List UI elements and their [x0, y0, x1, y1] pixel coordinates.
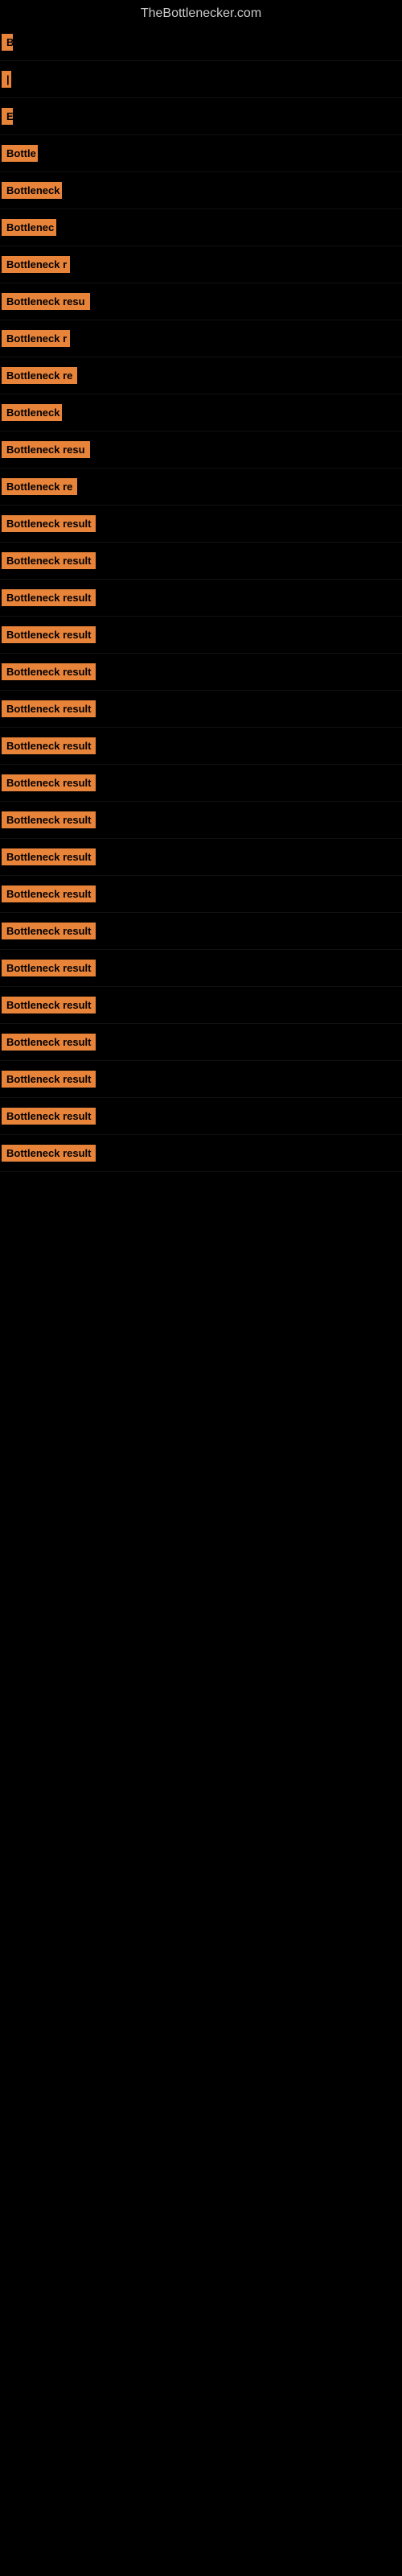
list-item: Bottleneck result [0, 543, 402, 580]
bottleneck-result-label: Bottleneck result [2, 515, 96, 532]
list-item: Bottleneck result [0, 580, 402, 617]
list-item: Bottleneck result [0, 950, 402, 987]
bottleneck-result-label: E [2, 108, 13, 125]
bottleneck-result-label: Bottleneck [2, 182, 62, 199]
list-item: E [0, 98, 402, 135]
content-area: B | E Bottle Bottleneck Bottlenec Bottleneck r… [0, 24, 402, 1172]
bottleneck-result-label: Bottleneck result [2, 663, 96, 680]
list-item: Bottleneck result [0, 913, 402, 950]
list-item: Bottleneck result [0, 1024, 402, 1061]
bottleneck-result-label: Bottleneck result [2, 774, 96, 791]
list-item: Bottleneck resu [0, 283, 402, 320]
bottleneck-result-label: Bottleneck result [2, 552, 96, 569]
bottleneck-result-label: Bottleneck result [2, 700, 96, 717]
bottleneck-result-label: Bottle [2, 145, 38, 162]
site-title-bar: TheBottlenecker.com [0, 0, 402, 24]
list-item: Bottle [0, 135, 402, 172]
bottleneck-result-label: Bottleneck r [2, 330, 70, 347]
list-item: Bottleneck result [0, 506, 402, 543]
bottleneck-result-label: Bottleneck result [2, 626, 96, 643]
bottleneck-result-label: | [2, 71, 11, 88]
list-item: Bottleneck result [0, 802, 402, 839]
bottleneck-result-label: Bottleneck result [2, 1034, 96, 1051]
list-item: Bottleneck [0, 172, 402, 209]
bottleneck-result-label: Bottleneck result [2, 589, 96, 606]
list-item: Bottleneck result [0, 691, 402, 728]
list-item: Bottleneck result [0, 839, 402, 876]
bottleneck-result-label: Bottleneck result [2, 1071, 96, 1088]
list-item: Bottleneck result [0, 728, 402, 765]
bottleneck-result-label: Bottleneck result [2, 923, 96, 939]
list-item: Bottleneck result [0, 1098, 402, 1135]
list-item: Bottleneck r [0, 320, 402, 357]
site-title: TheBottlenecker.com [0, 0, 402, 24]
bottleneck-result-label: Bottleneck result [2, 737, 96, 754]
list-item: Bottleneck re [0, 469, 402, 506]
list-item: Bottleneck [0, 394, 402, 431]
bottleneck-result-label: Bottleneck result [2, 1145, 96, 1162]
list-item: Bottleneck re [0, 357, 402, 394]
list-item: | [0, 61, 402, 98]
list-item: Bottleneck result [0, 1135, 402, 1172]
bottleneck-result-label: Bottleneck r [2, 256, 70, 273]
list-item: B [0, 24, 402, 61]
list-item: Bottleneck result [0, 1061, 402, 1098]
list-item: Bottleneck r [0, 246, 402, 283]
bottleneck-result-label: B [2, 34, 13, 51]
bottleneck-result-label: Bottleneck resu [2, 293, 90, 310]
bottleneck-result-label: Bottleneck result [2, 886, 96, 902]
bottleneck-result-label: Bottleneck re [2, 478, 77, 495]
list-item: Bottleneck result [0, 617, 402, 654]
bottleneck-result-label: Bottleneck [2, 404, 62, 421]
list-item: Bottleneck result [0, 987, 402, 1024]
list-item: Bottleneck result [0, 654, 402, 691]
bottleneck-result-label: Bottleneck re [2, 367, 77, 384]
bottleneck-result-label: Bottleneck result [2, 848, 96, 865]
list-item: Bottlenec [0, 209, 402, 246]
bottleneck-result-label: Bottleneck result [2, 1108, 96, 1125]
list-item: Bottleneck resu [0, 431, 402, 469]
bottleneck-result-label: Bottleneck resu [2, 441, 90, 458]
bottleneck-result-label: Bottlenec [2, 219, 56, 236]
bottleneck-result-label: Bottleneck result [2, 960, 96, 976]
bottleneck-result-label: Bottleneck result [2, 811, 96, 828]
bottleneck-result-label: Bottleneck result [2, 997, 96, 1013]
list-item: Bottleneck result [0, 876, 402, 913]
list-item: Bottleneck result [0, 765, 402, 802]
